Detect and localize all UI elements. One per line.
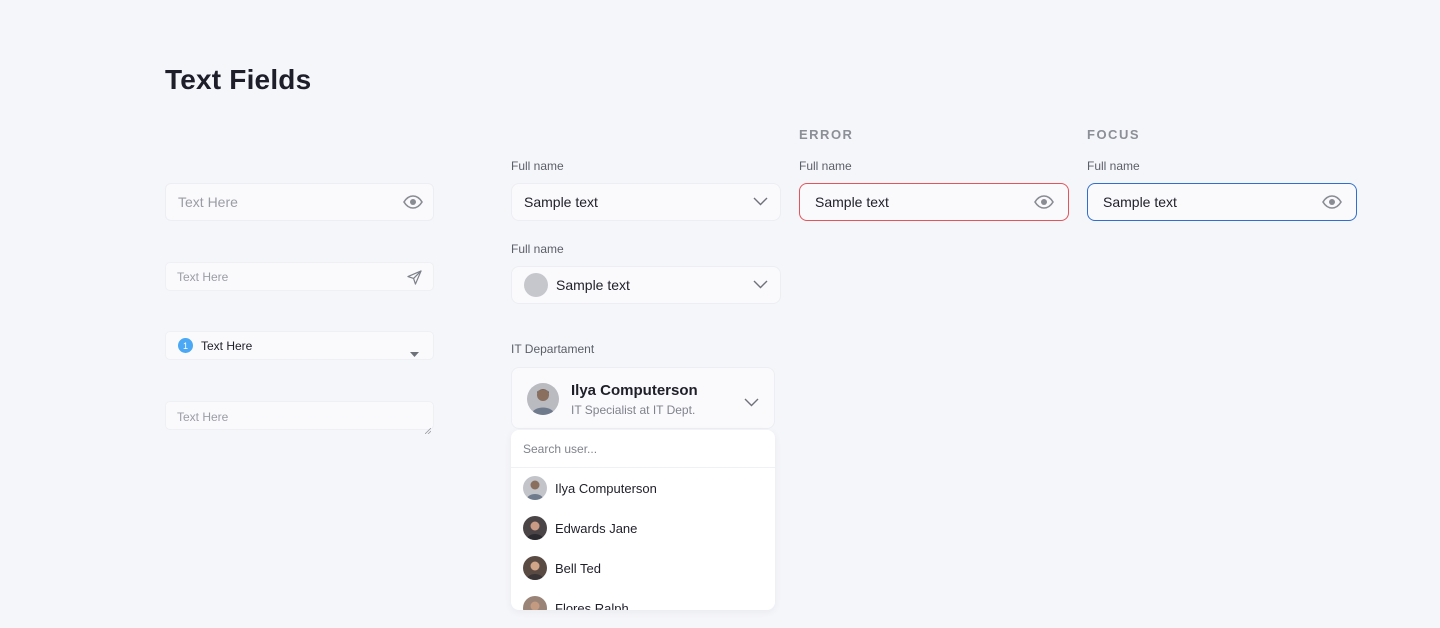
avatar bbox=[527, 383, 559, 415]
list-item[interactable]: Edwards Jane bbox=[523, 516, 637, 540]
list-item[interactable]: Flores Ralph bbox=[523, 596, 629, 610]
numbered-select[interactable]: 1 Text Here bbox=[165, 331, 434, 360]
numbered-select-value: Text Here bbox=[201, 338, 253, 353]
user-select-role: IT Specialist at IT Dept. bbox=[571, 403, 696, 417]
list-item-name: Flores Ralph bbox=[555, 600, 629, 611]
select2-label: Full name bbox=[511, 242, 564, 256]
fullname-select-value: Sample text bbox=[524, 194, 598, 210]
avatar bbox=[523, 556, 547, 580]
list-item[interactable]: Ilya Computerson bbox=[523, 476, 657, 500]
fullname-select[interactable]: Sample text bbox=[511, 183, 781, 221]
fullname-avatar-select-value: Sample text bbox=[556, 277, 630, 293]
avatar bbox=[523, 516, 547, 540]
list-item-name: Edwards Jane bbox=[555, 520, 638, 536]
chevron-down-icon[interactable] bbox=[753, 197, 768, 206]
error-field-label: Full name bbox=[799, 159, 852, 173]
eye-icon[interactable] bbox=[1034, 194, 1054, 210]
send-field-placeholder: Text Here bbox=[177, 269, 229, 284]
number-badge: 1 bbox=[178, 338, 193, 353]
list-item[interactable]: Bell Ted bbox=[523, 556, 601, 580]
send-icon[interactable] bbox=[407, 270, 422, 290]
focus-field[interactable]: Sample text bbox=[1087, 183, 1357, 221]
password-field-placeholder: Text Here bbox=[178, 194, 238, 210]
list-item-name: Ilya Computerson bbox=[555, 480, 657, 496]
chevron-down-icon[interactable] bbox=[753, 280, 768, 289]
focus-field-value: Sample text bbox=[1103, 194, 1177, 210]
caret-down-icon[interactable] bbox=[410, 344, 419, 362]
textarea-placeholder: Text Here bbox=[177, 410, 229, 424]
eye-icon[interactable] bbox=[1322, 194, 1342, 210]
user-dropdown: Search user... Ilya Computerson Edwards … bbox=[511, 430, 775, 610]
user-search-placeholder: Search user... bbox=[523, 441, 598, 456]
eye-icon[interactable] bbox=[403, 194, 423, 210]
user-select-name: Ilya Computerson bbox=[571, 382, 698, 399]
user-select[interactable]: Ilya Computerson IT Specialist at IT Dep… bbox=[511, 367, 775, 429]
error-field-value: Sample text bbox=[815, 194, 889, 210]
select1-label: Full name bbox=[511, 159, 564, 173]
avatar bbox=[523, 596, 547, 610]
focus-field-label: Full name bbox=[1087, 159, 1140, 173]
send-field[interactable]: Text Here bbox=[165, 262, 434, 291]
focus-column-label: FOCUS bbox=[1087, 127, 1140, 142]
page-title: Text Fields bbox=[165, 64, 312, 95]
textarea-field[interactable]: Text Here bbox=[165, 401, 434, 435]
list-item-name: Bell Ted bbox=[555, 560, 602, 576]
error-column-label: ERROR bbox=[799, 127, 854, 142]
user-search-input[interactable]: Search user... bbox=[511, 430, 775, 468]
password-field[interactable]: Text Here bbox=[165, 183, 434, 221]
error-field[interactable]: Sample text bbox=[799, 183, 1069, 221]
fullname-avatar-select[interactable]: Sample text bbox=[511, 266, 781, 304]
resize-handle-icon[interactable] bbox=[424, 421, 432, 435]
it-department-label: IT Departament bbox=[511, 342, 595, 356]
avatar-placeholder bbox=[524, 273, 548, 297]
chevron-down-icon[interactable] bbox=[744, 394, 759, 412]
avatar bbox=[523, 476, 547, 500]
